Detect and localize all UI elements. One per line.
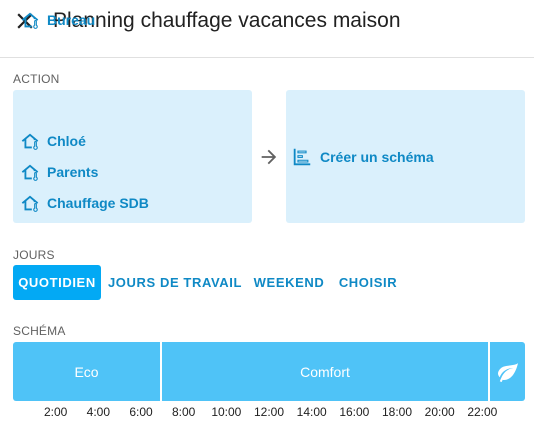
- entity-label: Chloé: [47, 133, 86, 149]
- action-section-label: ACTION: [13, 72, 60, 86]
- day-option-choisir[interactable]: CHOISIR: [333, 265, 403, 300]
- time-tick: 22:00: [467, 405, 498, 419]
- time-tick: 12:00: [253, 405, 285, 419]
- entity-label: Chauffage SDB: [47, 195, 149, 211]
- leaf-icon: [497, 362, 518, 382]
- entity-label: Bureau: [47, 12, 96, 28]
- time-tick: 10:00: [211, 405, 242, 419]
- time-tick: 18:00: [381, 405, 413, 419]
- time-tick: 4:00: [86, 405, 110, 419]
- entity-chauffage-sdb[interactable]: Chauffage SDB: [19, 191, 149, 215]
- day-option-weekend[interactable]: WEEKEND: [250, 265, 328, 300]
- time-tick: 20:00: [424, 405, 455, 419]
- schema-section-label: SCHÉMA: [13, 324, 66, 338]
- slot-label: Comfort: [300, 363, 350, 380]
- schedule-timeline: Eco Comfort: [13, 342, 525, 401]
- schedule-slot-comfort[interactable]: Comfort: [162, 342, 488, 401]
- entity-chloe[interactable]: Chloé: [19, 129, 86, 153]
- time-tick: 14:00: [296, 405, 327, 419]
- time-tick: 16:00: [339, 405, 370, 419]
- entities-box: Bureau Chloé Parents Chauffage SDB: [13, 12, 252, 223]
- slot-label: Eco: [74, 363, 99, 380]
- schedule-slot-eco[interactable]: Eco: [13, 342, 160, 401]
- entity-label: Parents: [47, 164, 99, 180]
- create-schema-label: Créer un schéma: [320, 149, 434, 165]
- create-schema-button[interactable]: Créer un schéma: [286, 90, 525, 223]
- days-section-label: JOURS: [13, 248, 55, 262]
- time-tick: 8:00: [171, 405, 196, 419]
- entity-bureau[interactable]: Bureau: [19, 8, 95, 32]
- dialog-title: Planning chauffage vacances maison: [53, 9, 401, 32]
- time-tick: 2:00: [43, 405, 68, 419]
- day-option-jours-de-travail[interactable]: JOURS DE TRAVAIL: [105, 265, 245, 300]
- schedule-slot-eco-leaf[interactable]: [490, 342, 525, 401]
- entity-parents[interactable]: Parents: [19, 160, 98, 184]
- home-thermometer-icon: [21, 195, 39, 212]
- time-tick: 6:00: [129, 405, 153, 419]
- timeline-icon: [293, 148, 311, 166]
- day-option-quotidien[interactable]: QUOTIDIEN: [13, 265, 101, 300]
- home-thermometer-icon: [21, 164, 39, 181]
- home-thermometer-icon: [21, 12, 39, 29]
- arrow-right-icon: [261, 149, 277, 165]
- home-thermometer-icon: [21, 133, 39, 150]
